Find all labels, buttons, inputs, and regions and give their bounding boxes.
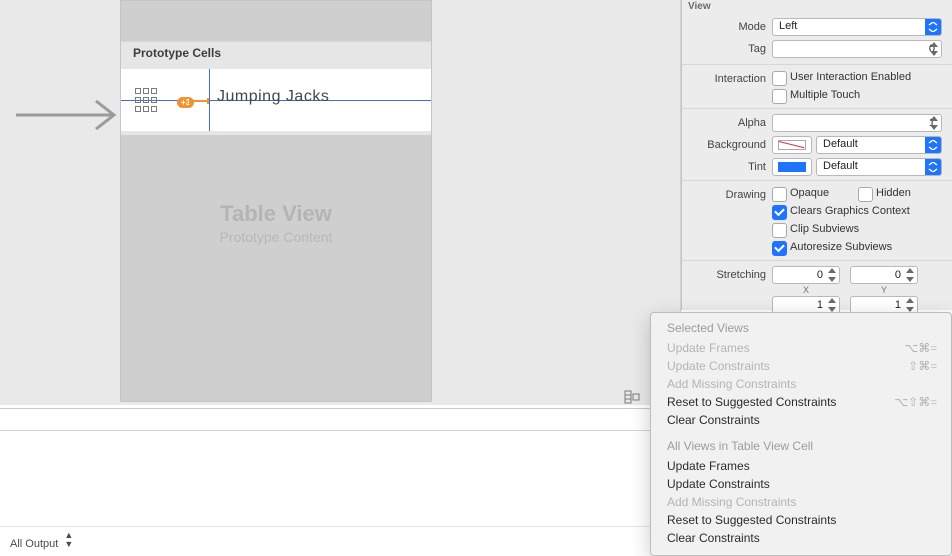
sublabel-x: X: [772, 285, 840, 295]
popup-arrows-icon: [925, 159, 941, 175]
menu-clear[interactable]: Clear Constraints: [651, 411, 951, 429]
menu-update-frames-all[interactable]: Update Frames: [651, 457, 951, 475]
separator: [682, 260, 952, 261]
label-uie: User Interaction Enabled: [790, 71, 911, 83]
checkbox-hidden[interactable]: [858, 187, 873, 202]
checkbox-opaque[interactable]: [772, 187, 787, 202]
colorwell-tint[interactable]: [772, 158, 812, 176]
menu-update-constraints: Update Constraints⇧⌘=: [651, 357, 951, 375]
menu-add-missing-all: Add Missing Constraints: [651, 493, 951, 511]
label-background: Background: [682, 139, 766, 151]
prototype-header-label: Prototype Cells: [133, 46, 221, 60]
popup-arrows-icon: [925, 137, 941, 153]
attributes-inspector: View Mode Left Tag 0 Interaction User In…: [681, 0, 952, 310]
menu-reset-suggested-all[interactable]: Reset to Suggested Constraints: [651, 511, 951, 529]
stepper-icon[interactable]: [927, 41, 941, 57]
separator: [682, 180, 952, 181]
menu-update-frames: Update Frames⌥⌘=: [651, 339, 951, 357]
label-cgc: Clears Graphics Context: [790, 205, 910, 217]
popup-arrows-icon: [925, 19, 941, 35]
label-tint: Tint: [682, 161, 766, 173]
label-autoresize: Autoresize Subviews: [790, 241, 892, 253]
prototype-cell[interactable]: +3 Jumping Jacks: [121, 69, 431, 131]
label-multitouch: Multiple Touch: [790, 89, 860, 101]
menu-header-all: All Views in Table View Cell: [651, 437, 951, 457]
popup-background[interactable]: Default: [816, 136, 942, 154]
tv-title: Table View: [121, 201, 431, 227]
checkbox-cgc[interactable]: [772, 205, 787, 220]
stepper-icon[interactable]: [903, 267, 917, 283]
separator: [682, 64, 952, 65]
stackview-icon[interactable]: [134, 88, 158, 112]
menu-update-constraints-all[interactable]: Update Constraints: [651, 475, 951, 493]
inspector-section-title: View: [688, 1, 711, 12]
popup-tint[interactable]: Default: [816, 158, 942, 176]
popup-mode-value: Left: [779, 20, 797, 32]
menu-add-missing: Add Missing Constraints: [651, 375, 951, 393]
constraints-badge[interactable]: +3: [177, 97, 194, 108]
cell-gap: [121, 139, 431, 149]
separator: [682, 108, 952, 109]
label-interaction: Interaction: [682, 73, 766, 85]
field-stretch-x[interactable]: 0: [772, 266, 840, 284]
label-alpha: Alpha: [682, 117, 766, 129]
checkbox-uie[interactable]: [772, 71, 787, 86]
checkbox-autoresize[interactable]: [772, 241, 787, 256]
menu-clear-all[interactable]: Clear Constraints: [651, 529, 951, 547]
menu-header-selected: Selected Views: [651, 319, 951, 339]
output-filter-popup[interactable]: All Output ▲▼: [10, 531, 73, 550]
constraint-indicator-icon[interactable]: [189, 100, 209, 102]
label-opaque: Opaque: [790, 187, 829, 199]
scene-tableview[interactable]: Prototype Cells +3 Jumping Jacks Table V…: [120, 0, 432, 402]
prototype-header: Prototype Cells: [121, 41, 431, 67]
cell-separator-bottom: [121, 131, 431, 135]
stepper-icon[interactable]: [927, 115, 941, 131]
layout-guide-v: [209, 69, 210, 131]
field-stretch-y[interactable]: 0: [850, 266, 918, 284]
label-hidden: Hidden: [876, 187, 911, 199]
label-clip: Clip Subviews: [790, 223, 859, 235]
debug-console[interactable]: All Output ▲▼: [0, 430, 680, 549]
field-tag[interactable]: 0: [772, 40, 942, 58]
ib-canvas[interactable]: Prototype Cells +3 Jumping Jacks Table V…: [0, 0, 681, 405]
label-drawing: Drawing: [682, 189, 766, 201]
menu-reset-suggested[interactable]: Reset to Suggested Constraints⌥⇧⌘=: [651, 393, 951, 411]
tv-subtitle: Prototype Content: [121, 229, 431, 245]
checkbox-clip[interactable]: [772, 223, 787, 238]
popup-caret-icon: ▲▼: [64, 531, 73, 549]
output-filter-label: All Output: [10, 538, 58, 550]
resolve-issues-button[interactable]: [624, 390, 640, 404]
label-tag: Tag: [682, 43, 766, 55]
colorwell-background[interactable]: [772, 136, 812, 154]
sublabel-y: Y: [850, 285, 918, 295]
resolve-autolayout-menu[interactable]: Selected Views Update Frames⌥⌘= Update C…: [650, 312, 952, 556]
stepper-icon[interactable]: [825, 297, 839, 313]
stepper-icon[interactable]: [903, 297, 917, 313]
tableview-placeholder: Table View Prototype Content: [121, 201, 431, 245]
checkbox-multitouch[interactable]: [772, 89, 787, 104]
popup-mode[interactable]: Left: [772, 18, 942, 36]
cell-separator-top: [121, 65, 431, 69]
console-bar: All Output ▲▼: [0, 526, 680, 549]
label-stretching: Stretching: [682, 269, 766, 281]
cell-title-label[interactable]: Jumping Jacks: [217, 88, 329, 106]
segue-arrow: [16, 95, 120, 135]
editor-divider[interactable]: [0, 408, 680, 409]
stepper-icon[interactable]: [825, 267, 839, 283]
label-mode: Mode: [682, 21, 766, 33]
field-alpha[interactable]: 1: [772, 114, 942, 132]
